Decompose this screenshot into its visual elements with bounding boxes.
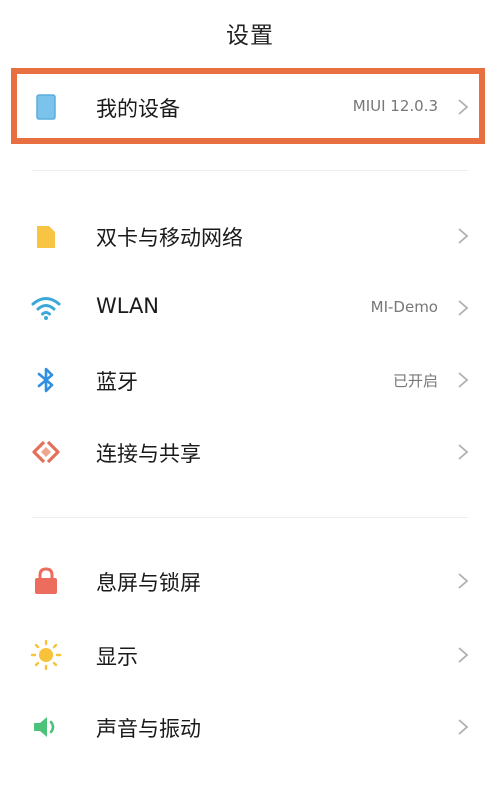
my-device-label: 我的设备 bbox=[96, 97, 180, 121]
sim-network-label: 双卡与移动网络 bbox=[96, 226, 243, 250]
sound-vibration-label: 声音与振动 bbox=[96, 717, 201, 741]
wlan-label: WLAN bbox=[96, 294, 160, 318]
speaker-icon bbox=[30, 711, 62, 743]
connection-share-label: 连接与共享 bbox=[96, 442, 201, 466]
device-icon bbox=[30, 91, 62, 123]
sun-icon bbox=[30, 639, 62, 671]
lock-icon bbox=[30, 565, 62, 597]
chevron-right-icon bbox=[456, 370, 470, 390]
chevron-right-icon bbox=[456, 645, 470, 665]
section-divider bbox=[32, 170, 468, 171]
bluetooth-icon bbox=[30, 364, 62, 396]
chevron-right-icon bbox=[456, 97, 470, 117]
chevron-right-icon bbox=[456, 298, 470, 318]
sim-network-item[interactable]: 双卡与移动网络 bbox=[0, 200, 500, 270]
sim-card-icon bbox=[30, 220, 62, 252]
display-label: 显示 bbox=[96, 645, 138, 669]
section-divider bbox=[32, 517, 468, 518]
bluetooth-label: 蓝牙 bbox=[96, 370, 138, 394]
connection-share-icon bbox=[30, 436, 62, 468]
page-title: 设置 bbox=[226, 23, 274, 49]
wlan-item[interactable]: WLAN MI-Demo bbox=[0, 272, 500, 342]
display-item[interactable]: 显示 bbox=[0, 619, 500, 689]
wifi-icon bbox=[30, 292, 62, 324]
connection-share-item[interactable]: 连接与共享 bbox=[0, 416, 500, 486]
bluetooth-item[interactable]: 蓝牙 已开启 bbox=[0, 344, 500, 414]
bluetooth-value: 已开启 bbox=[392, 372, 438, 390]
chevron-right-icon bbox=[456, 226, 470, 246]
my-device-item[interactable]: 我的设备 MIUI 12.0.3 bbox=[0, 71, 500, 141]
lock-screen-label: 息屏与锁屏 bbox=[96, 571, 201, 595]
my-device-value: MIUI 12.0.3 bbox=[352, 97, 438, 115]
sound-vibration-item[interactable]: 声音与振动 bbox=[0, 691, 500, 761]
chevron-right-icon bbox=[456, 717, 470, 737]
chevron-right-icon bbox=[456, 571, 470, 591]
chevron-right-icon bbox=[456, 442, 470, 462]
wlan-value: MI-Demo bbox=[370, 298, 438, 316]
lock-screen-item[interactable]: 息屏与锁屏 bbox=[0, 545, 500, 615]
